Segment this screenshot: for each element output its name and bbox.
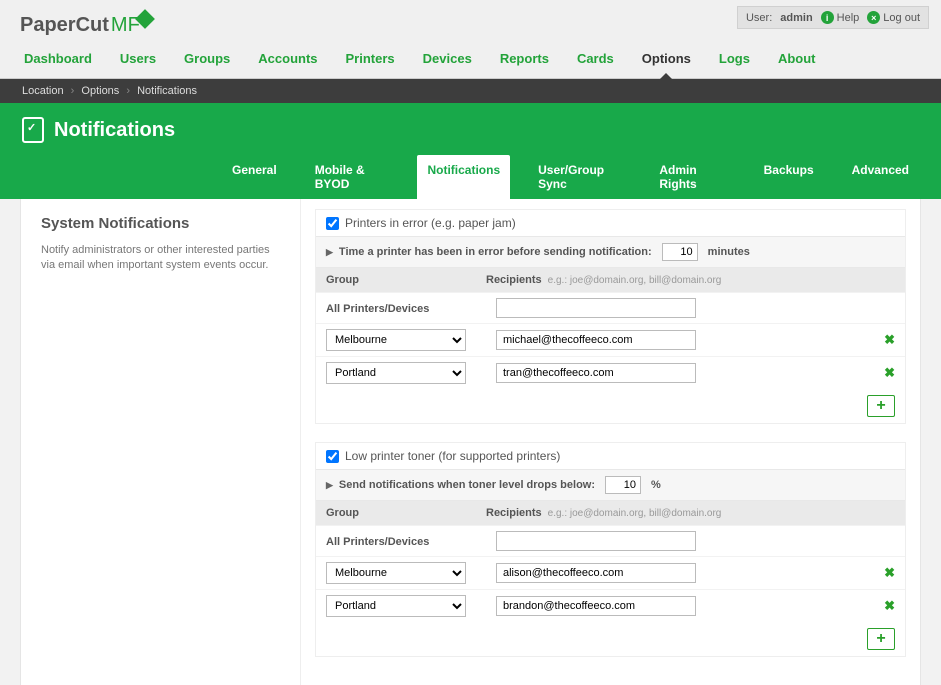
- nav-options[interactable]: Options: [640, 41, 693, 78]
- section-toggle-row: Low printer toner (for supported printer…: [316, 443, 905, 469]
- recipients-row: Portland ✖: [316, 589, 905, 622]
- recipients-hint: e.g.: joe@domain.org, bill@domain.org: [548, 275, 722, 286]
- add-row-button[interactable]: +: [867, 628, 895, 650]
- delete-row-icon[interactable]: ✖: [884, 598, 895, 614]
- section-checkbox[interactable]: [326, 217, 339, 230]
- delete-row-icon[interactable]: ✖: [884, 365, 895, 381]
- chevron-right-icon: ▶: [326, 247, 333, 258]
- info-icon: i: [821, 11, 834, 24]
- group-select[interactable]: Portland: [326, 595, 466, 617]
- section-checkbox[interactable]: [326, 450, 339, 463]
- group-select[interactable]: Melbourne: [326, 562, 466, 584]
- topbar: PaperCutMF User: admin i Help × Log out: [0, 0, 941, 41]
- nav-reports[interactable]: Reports: [498, 41, 551, 78]
- left-column: System Notifications Notify administrato…: [21, 199, 301, 685]
- user-box: User: admin i Help × Log out: [737, 6, 929, 29]
- breadcrumb-item[interactable]: Options: [81, 85, 119, 97]
- subtab-general[interactable]: General: [222, 155, 287, 199]
- breadcrumb-item: Notifications: [137, 85, 197, 97]
- column-recipients: Recipientse.g.: joe@domain.org, bill@dom…: [486, 507, 721, 519]
- all-printers-label: All Printers/Devices: [326, 303, 429, 315]
- subtab-admin-rights[interactable]: Admin Rights: [649, 155, 735, 199]
- nav-accounts[interactable]: Accounts: [256, 41, 319, 78]
- section-checkbox-label: Printers in error (e.g. paper jam): [345, 216, 516, 230]
- recipients-input[interactable]: [496, 563, 696, 583]
- threshold-unit: minutes: [708, 246, 750, 258]
- section-description: Notify administrators or other intereste…: [41, 243, 280, 274]
- section-checkbox-label: Low printer toner (for supported printer…: [345, 449, 560, 463]
- add-row-container: +: [316, 389, 905, 423]
- right-column: Printers in error (e.g. paper jam) ▶ Time …: [301, 199, 920, 685]
- subtab-backups[interactable]: Backups: [754, 155, 824, 199]
- disclosure-label: Time a printer has been in error before …: [339, 246, 652, 258]
- recipients-input[interactable]: [496, 298, 696, 318]
- disclosure-row[interactable]: ▶ Time a printer has been in error before…: [316, 236, 905, 268]
- subtabs: General Mobile & BYOD Notifications User/Gr…: [22, 143, 919, 199]
- disclosure-row[interactable]: ▶ Send notifications when toner level dro…: [316, 469, 905, 501]
- main-nav: Dashboard Users Groups Accounts Printers Devi…: [0, 41, 941, 79]
- recipients-input[interactable]: [496, 531, 696, 551]
- notification-section: Low printer toner (for supported printer…: [315, 442, 906, 657]
- nav-printers[interactable]: Printers: [344, 41, 397, 78]
- recipients-input[interactable]: [496, 596, 696, 616]
- all-printers-label: All Printers/Devices: [326, 536, 429, 548]
- delete-row-icon[interactable]: ✖: [884, 332, 895, 348]
- nav-devices[interactable]: Devices: [421, 41, 474, 78]
- user-name: admin: [780, 12, 812, 24]
- clipboard-icon: [22, 117, 44, 143]
- nav-about[interactable]: About: [776, 41, 818, 78]
- breadcrumb-item[interactable]: Location: [22, 85, 64, 97]
- section-heading: System Notifications: [41, 215, 280, 232]
- recipients-row: Portland ✖: [316, 356, 905, 389]
- recipients-table-head: GroupRecipientse.g.: joe@domain.org, bil…: [316, 268, 905, 292]
- threshold-unit: %: [651, 479, 661, 491]
- nav-cards[interactable]: Cards: [575, 41, 616, 78]
- threshold-input[interactable]: [662, 243, 698, 261]
- threshold-input[interactable]: [605, 476, 641, 494]
- subtab-advanced[interactable]: Advanced: [842, 155, 919, 199]
- delete-row-icon[interactable]: ✖: [884, 565, 895, 581]
- recipients-row-all: All Printers/Devices: [316, 525, 905, 556]
- chevron-right-icon: ▶: [326, 480, 333, 491]
- nav-groups[interactable]: Groups: [182, 41, 232, 78]
- nav-logs[interactable]: Logs: [717, 41, 752, 78]
- recipients-hint: e.g.: joe@domain.org, bill@domain.org: [548, 508, 722, 519]
- close-icon: ×: [867, 11, 880, 24]
- section-toggle-row: Printers in error (e.g. paper jam): [316, 210, 905, 236]
- recipients-input[interactable]: [496, 363, 696, 383]
- recipients-table-head: GroupRecipientse.g.: joe@domain.org, bil…: [316, 501, 905, 525]
- column-group: Group: [326, 507, 486, 519]
- column-group: Group: [326, 274, 486, 286]
- recipients-row: Melbourne ✖: [316, 556, 905, 589]
- nav-dashboard[interactable]: Dashboard: [22, 41, 94, 78]
- group-select[interactable]: Melbourne: [326, 329, 466, 351]
- subtab-notifications[interactable]: Notifications: [417, 155, 510, 199]
- page-header: Notifications General Mobile & BYOD Notifi…: [0, 103, 941, 199]
- logout-link[interactable]: × Log out: [867, 11, 920, 24]
- recipients-row-all: All Printers/Devices: [316, 292, 905, 323]
- column-recipients: Recipientse.g.: joe@domain.org, bill@dom…: [486, 274, 721, 286]
- page-title: Notifications: [54, 119, 175, 142]
- add-row-container: +: [316, 622, 905, 656]
- content: System Notifications Notify administrato…: [20, 199, 921, 685]
- add-row-button[interactable]: +: [867, 395, 895, 417]
- group-select[interactable]: Portland: [326, 362, 466, 384]
- breadcrumb: Location › Options › Notifications: [0, 79, 941, 103]
- recipients-input[interactable]: [496, 330, 696, 350]
- recipients-row: Melbourne ✖: [316, 323, 905, 356]
- disclosure-label: Send notifications when toner level drop…: [339, 479, 595, 491]
- logout-label: Log out: [883, 12, 920, 24]
- nav-users[interactable]: Users: [118, 41, 158, 78]
- help-link[interactable]: i Help: [821, 11, 860, 24]
- user-label: User:: [746, 12, 772, 24]
- subtab-user-group-sync[interactable]: User/Group Sync: [528, 155, 631, 199]
- subtab-mobile-byod[interactable]: Mobile & BYOD: [305, 155, 400, 199]
- notification-section: Printers in error (e.g. paper jam) ▶ Time …: [315, 209, 906, 424]
- help-label: Help: [837, 12, 860, 24]
- logo: PaperCutMF: [20, 6, 152, 41]
